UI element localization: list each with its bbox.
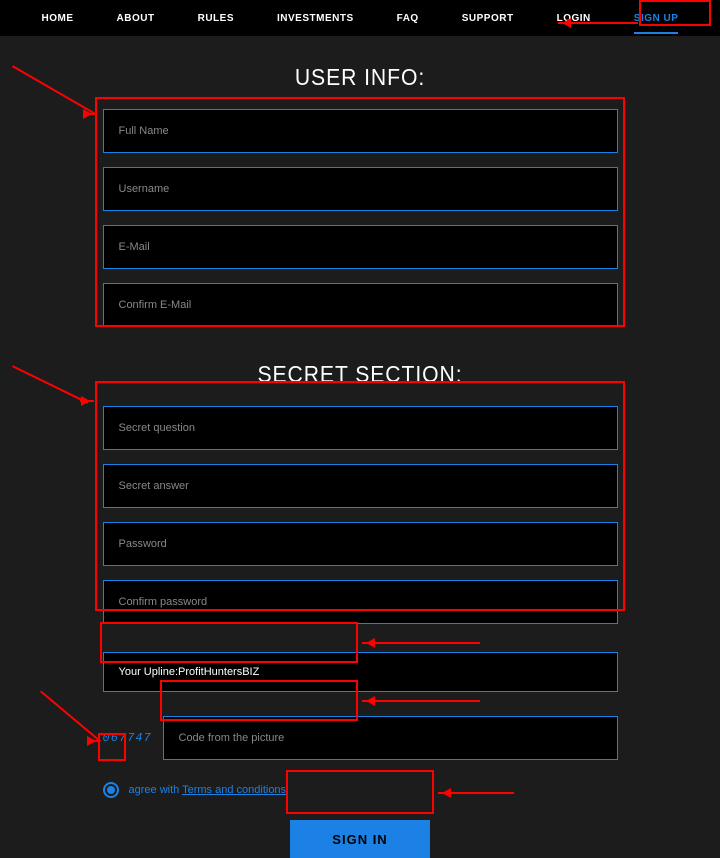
anno-radio-arrowhead: [92, 740, 100, 742]
anno-captcha-arrow: [362, 700, 480, 702]
captcha-input[interactable]: [163, 716, 618, 760]
nav-home[interactable]: HOME: [42, 13, 74, 24]
nav-signup[interactable]: SIGN UP: [634, 13, 679, 24]
captcha-row: 067747: [103, 716, 618, 760]
captcha-image: 067747: [103, 731, 149, 745]
upline-value: ProfitHuntersBIZ: [178, 666, 259, 678]
terms-link[interactable]: Terms and conditions: [182, 784, 286, 796]
password-input[interactable]: [103, 522, 618, 566]
nav-support[interactable]: SUPPORT: [462, 13, 514, 24]
confirm-email-input[interactable]: [103, 283, 618, 327]
anno-user-info-arrowhead: [84, 113, 96, 115]
nav-signup-label: SIGN UP: [634, 13, 679, 24]
secret-section-title: SECRET SECTION:: [29, 361, 691, 388]
nav-signup-underline: [634, 32, 679, 34]
agree-row: agree with Terms and conditions: [103, 782, 618, 798]
top-nav: HOME ABOUT RULES INVESTMENTS FAQ SUPPORT…: [0, 0, 720, 36]
nav-rules[interactable]: RULES: [198, 13, 234, 24]
agree-radio-dot: [107, 786, 115, 794]
confirm-password-input[interactable]: [103, 580, 618, 624]
nav-about[interactable]: ABOUT: [117, 13, 155, 24]
user-info-title: USER INFO:: [29, 64, 691, 91]
upline-label: Your Upline:: [119, 666, 179, 678]
secret-answer-input[interactable]: [103, 464, 618, 508]
user-info-group: [103, 109, 618, 341]
email-input[interactable]: [103, 225, 618, 269]
nav-faq[interactable]: FAQ: [397, 13, 419, 24]
upline-box: Your Upline: ProfitHuntersBIZ: [103, 652, 618, 692]
nav-investments[interactable]: INVESTMENTS: [277, 13, 354, 24]
nav-login[interactable]: LOGIN: [557, 13, 591, 24]
anno-upline-arrow: [362, 642, 480, 644]
secret-question-input[interactable]: [103, 406, 618, 450]
agree-prefix: agree with: [129, 784, 183, 796]
anno-radio-arrow: [40, 690, 101, 742]
username-input[interactable]: [103, 167, 618, 211]
agree-radio[interactable]: [103, 782, 119, 798]
secret-group: [103, 406, 618, 638]
sign-in-button[interactable]: SIGN IN: [290, 820, 430, 858]
anno-secret-arrowhead: [80, 400, 94, 402]
full-name-input[interactable]: [103, 109, 618, 153]
